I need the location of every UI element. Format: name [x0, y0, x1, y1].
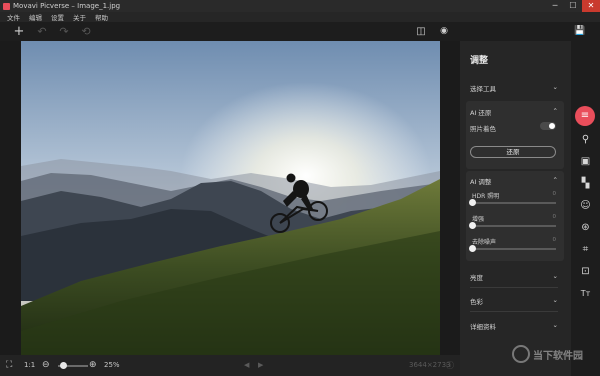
chevron-up-icon: ⌃ [552, 107, 558, 115]
app-logo-icon [3, 2, 10, 10]
slider-knob[interactable] [469, 199, 476, 206]
menu-bar: 文件 编辑 设置 关于 帮助 [0, 12, 600, 22]
actual-size-button[interactable]: 1:1 [24, 355, 35, 376]
adjust-sliders-icon[interactable]: ≡ [575, 106, 595, 126]
window-controls: ─ ☐ ✕ [546, 0, 600, 12]
crop-icon[interactable]: ⌗ [577, 241, 594, 258]
adjust-panel: 调整 选择工具 ⌄ AI 还原 ⌃ 照片着色 还原 AI 调整 ⌃ HDR 照明… [460, 41, 568, 376]
details-section[interactable]: 详细资料 ⌄ [470, 321, 566, 331]
zoom-slider[interactable] [58, 362, 88, 369]
info-icon[interactable]: ⓘ [446, 355, 454, 376]
slider-track[interactable] [472, 225, 556, 227]
watermark-logo-icon [512, 345, 530, 363]
chevron-down-icon: ⌄ [552, 296, 558, 304]
photo-image [21, 41, 440, 355]
compare-icon[interactable]: ◫ [414, 22, 428, 41]
filters-icon[interactable]: ⊛ [577, 219, 594, 236]
zoom-level: 25% [104, 361, 120, 369]
slider-knob[interactable] [469, 222, 476, 229]
chessboard-icon[interactable]: ▚ [577, 175, 594, 192]
title-bar: Movavi Picverse – Image_1.jpg ─ ☐ ✕ [0, 0, 600, 12]
slider-value: 0 [552, 237, 557, 243]
toggle-knob [549, 123, 555, 129]
menu-help[interactable]: 帮助 [95, 12, 108, 22]
select-tool-section[interactable]: 选择工具 ⌄ [470, 83, 566, 93]
minimize-button[interactable]: ─ [546, 0, 564, 12]
face-retouch-icon[interactable]: ☺ [577, 197, 594, 214]
divider [470, 287, 558, 288]
chevron-down-icon: ⌄ [552, 83, 558, 91]
fullscreen-icon[interactable]: ⛶ [6, 355, 12, 376]
ai-restore-header[interactable]: AI 还原 ⌃ [470, 107, 566, 117]
chevron-up-icon: ⌃ [552, 176, 558, 184]
reset-icon[interactable]: ⟲ [79, 22, 93, 41]
menu-about[interactable]: 关于 [73, 12, 86, 22]
add-icon[interactable]: + [12, 22, 26, 41]
colorize-label: 照片着色 [470, 125, 496, 133]
previous-image-icon[interactable]: ◀ [244, 355, 249, 376]
menu-edit[interactable]: 编辑 [29, 12, 42, 22]
object-removal-icon[interactable]: ⊡ [577, 263, 594, 280]
slider-label: 去除噪声 [472, 239, 497, 246]
divider [470, 311, 558, 312]
tool-sidebar: ≡ ⚲ ▣ ▚ ☺ ⊛ ⌗ ⊡ Tт [571, 41, 600, 376]
undo-icon[interactable]: ↶ [35, 22, 49, 41]
brightness-section[interactable]: 亮度 ⌄ [470, 272, 566, 282]
slider-knob[interactable] [469, 245, 476, 252]
zoom-out-icon[interactable]: ⊖ [42, 355, 50, 376]
select-tool-label: 选择工具 [470, 85, 496, 93]
photo[interactable] [21, 41, 440, 355]
brightness-label: 亮度 [470, 274, 483, 282]
slider-label: HDR 照明 [472, 193, 500, 200]
chevron-down-icon: ⌄ [552, 272, 558, 280]
replace-background-icon[interactable]: ▣ [577, 153, 594, 170]
maximize-button[interactable]: ☐ [564, 0, 582, 12]
right-toolbar: 💾 [460, 22, 600, 41]
zoom-slider-knob[interactable] [59, 362, 67, 369]
image-canvas [0, 41, 460, 355]
stamp-icon[interactable]: ⚲ [577, 131, 594, 148]
slider-value: 0 [552, 214, 557, 220]
next-image-icon[interactable]: ▶ [258, 355, 263, 376]
close-button[interactable]: ✕ [582, 0, 600, 12]
color-section[interactable]: 色彩 ⌄ [470, 296, 566, 306]
slider-track[interactable] [472, 248, 556, 250]
colorize-toggle[interactable] [540, 122, 556, 130]
ai-adjust-label: AI 调整 [470, 178, 492, 186]
menu-settings[interactable]: 设置 [51, 12, 64, 22]
color-label: 色彩 [470, 298, 483, 306]
text-icon[interactable]: Tт [577, 285, 594, 302]
zoom-in-icon[interactable]: ⊕ [89, 355, 97, 376]
window-title: Movavi Picverse – Image_1.jpg [13, 2, 121, 10]
preview-eye-icon[interactable]: ◉ [437, 22, 451, 41]
chevron-down-icon: ⌄ [552, 321, 558, 329]
slider-value: 0 [552, 191, 557, 197]
ai-restore-label: AI 还原 [470, 109, 492, 117]
restore-button[interactable]: 还原 [470, 146, 556, 158]
slider-track[interactable] [472, 202, 556, 204]
top-toolbar: + ↶ ↷ ⟲ ◫ ◉ [0, 22, 460, 41]
image-dimensions: 3644×2733 [409, 361, 451, 369]
redo-icon[interactable]: ↷ [57, 22, 71, 41]
panel-title: 调整 [470, 56, 489, 66]
menu-file[interactable]: 文件 [7, 12, 20, 22]
ai-adjust-header[interactable]: AI 调整 ⌃ [470, 176, 566, 186]
save-icon[interactable]: 💾 [574, 26, 585, 36]
watermark-text: 当下软件园 [533, 350, 583, 362]
details-label: 详细资料 [470, 323, 496, 331]
bottom-bar: ⛶ 1:1 ⊖ ⊕ 25% ◀ ▶ 3644×2733 ⓘ [0, 355, 460, 376]
site-watermark: 当下软件园 [512, 345, 583, 363]
